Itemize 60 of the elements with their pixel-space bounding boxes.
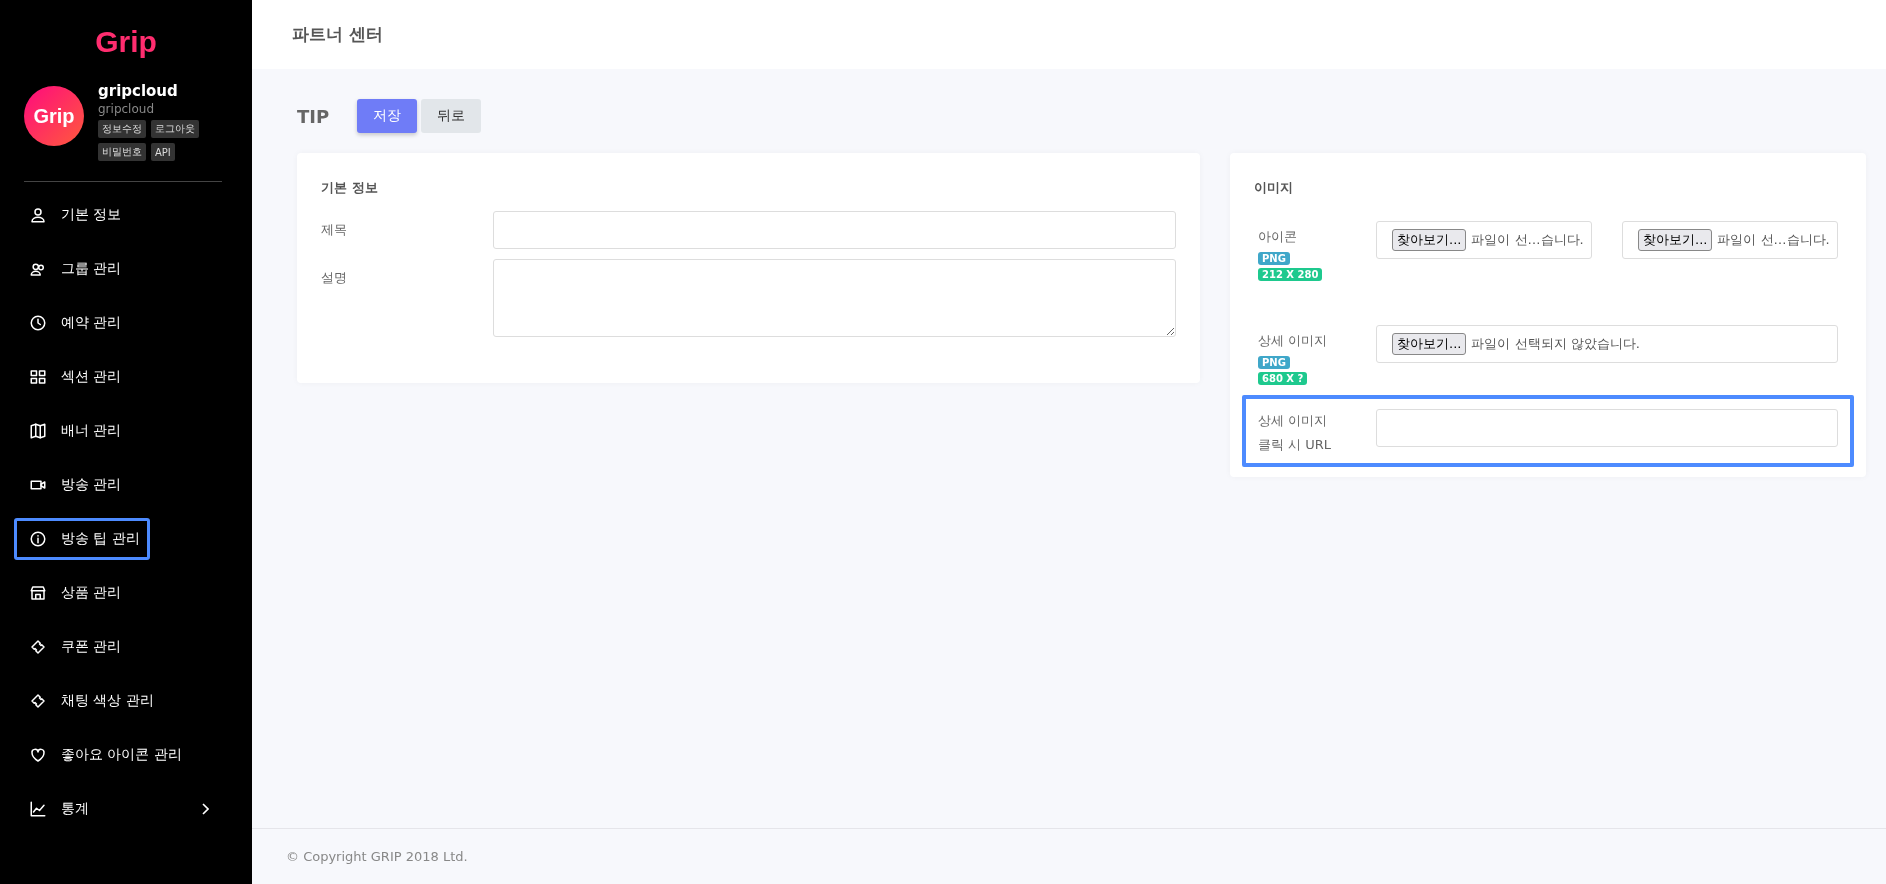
field-label: 상세 이미지: [1258, 332, 1329, 350]
menu-item[interactable]: 기본 정보: [14, 194, 224, 236]
browse-button[interactable]: 찾아보기...: [1392, 229, 1467, 251]
card-title: 기본 정보: [321, 179, 379, 197]
format-tag: 212 X 280: [1258, 268, 1323, 281]
map-icon: [29, 422, 47, 440]
chevron-right-icon: [201, 803, 209, 815]
file-status: 파일이 선…습니다.: [1717, 231, 1830, 249]
file-status: 파일이 선…습니다.: [1471, 231, 1584, 249]
menu-item[interactable]: 배너 관리: [14, 410, 224, 452]
back-button[interactable]: 뒤로: [421, 99, 482, 133]
store-icon: [29, 584, 47, 602]
save-button[interactable]: 저장: [357, 99, 418, 133]
menu-item[interactable]: 방송 관리: [14, 464, 224, 506]
format-tag: PNG: [1258, 356, 1290, 369]
field-label: 설명: [321, 269, 348, 287]
section-title: TIP: [297, 105, 330, 127]
menu-item[interactable]: 섹션 관리: [14, 356, 224, 398]
page-title: 파트너 센터: [292, 23, 383, 46]
format-tag: PNG: [1258, 252, 1290, 265]
ticket-icon: [29, 692, 47, 710]
browse-button[interactable]: 찾아보기...: [1638, 229, 1713, 251]
field-label: 아이콘: [1258, 228, 1298, 246]
file-input[interactable]: 찾아보기... 파일이 선…습니다.: [1622, 221, 1838, 259]
file-status: 파일이 선택되지 않았습니다.: [1471, 335, 1640, 353]
clock-icon: [29, 314, 47, 332]
file-input[interactable]: 찾아보기... 파일이 선…습니다.: [1376, 221, 1592, 259]
format-tag: 680 X ?: [1258, 372, 1308, 385]
user-id: gripcloud: [98, 102, 155, 116]
browse-button[interactable]: 찾아보기...: [1392, 333, 1467, 355]
profile-button[interactable]: 정보수정: [98, 120, 146, 138]
menu-item[interactable]: 좋아요 아이콘 관리: [14, 734, 224, 776]
input-field[interactable]: [493, 211, 1176, 249]
ticket-icon: [29, 638, 47, 656]
menu-item[interactable]: 통계: [14, 788, 224, 830]
text-area[interactable]: [493, 259, 1176, 337]
menu-item[interactable]: 쿠폰 관리: [14, 626, 224, 668]
profile-button[interactable]: 비밀번호: [98, 143, 146, 161]
card-title: 이미지: [1254, 179, 1294, 197]
menu-item[interactable]: 상품 관리: [14, 572, 224, 614]
avatar: Grip: [24, 86, 84, 146]
grid-icon: [29, 368, 47, 386]
input-field[interactable]: [1376, 409, 1838, 447]
field-label: 상세 이미지 클릭 시 URL: [1258, 412, 1333, 454]
menu-item[interactable]: 방송 팁 관리: [14, 518, 150, 560]
user-icon: [29, 206, 47, 224]
file-input[interactable]: 찾아보기... 파일이 선택되지 않았습니다.: [1376, 325, 1838, 363]
users-icon: [29, 260, 47, 278]
heart-icon: [29, 746, 47, 764]
copyright-text: © Copyright GRIP 2018 Ltd.: [286, 849, 468, 864]
profile-button[interactable]: API: [151, 143, 175, 161]
menu-item[interactable]: 그룹 관리: [14, 248, 224, 290]
field-label: 제목: [321, 221, 348, 239]
profile-button[interactable]: 로그아웃: [151, 120, 199, 138]
menu-item[interactable]: 예약 관리: [14, 302, 224, 344]
logo: Grip: [95, 26, 157, 58]
menu-item[interactable]: 채팅 색상 관리: [14, 680, 224, 722]
info-icon: [29, 530, 47, 548]
user-name: gripcloud: [98, 82, 179, 100]
line-chart-icon: [29, 800, 47, 818]
